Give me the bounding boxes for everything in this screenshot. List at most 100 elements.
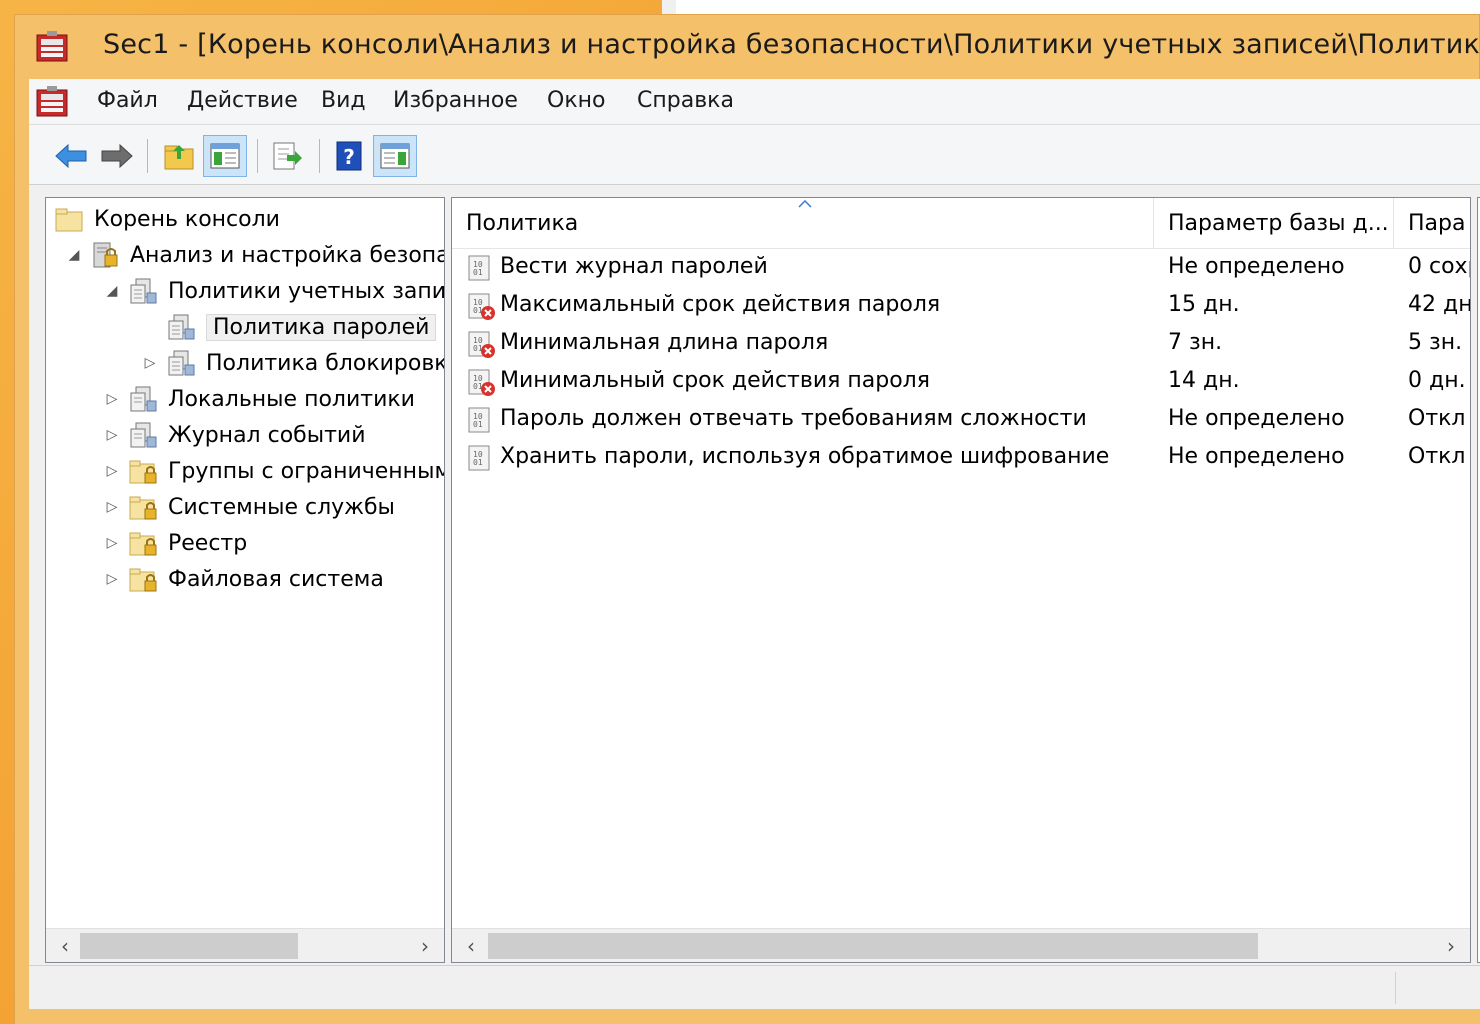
menu-favorites[interactable]: Избранное [391,88,520,113]
table-row[interactable]: 10 01 Минимальный срок действия пароля 14 д… [452,364,1470,402]
collapse-arrow-icon[interactable]: ◢ [66,247,82,263]
expand-arrow-icon[interactable]: ▷ [104,535,120,551]
tree-horizontal-scrollbar[interactable]: ‹ › [46,928,444,962]
tree-item-console-root[interactable]: Корень консоли [54,202,280,236]
expand-arrow-icon[interactable]: ▷ [104,391,120,407]
toolbar-separator [319,139,320,173]
expand-arrow-icon[interactable]: ▷ [104,463,120,479]
table-row[interactable]: 10 01 Максимальный срок действия пароля 15 … [452,288,1470,326]
policy-setting-icon: 1001 [468,255,490,281]
menu-action[interactable]: Действие [185,88,300,113]
policy-name-cell: Минимальная длина пароля [500,330,829,355]
tree-item-event-log[interactable]: ▷ Журнал событий [104,418,366,452]
expand-arrow-icon[interactable]: ▷ [142,355,158,371]
forward-icon [101,143,133,169]
expand-arrow-icon[interactable]: ▷ [104,499,120,515]
scroll-right-icon[interactable]: › [412,933,438,959]
window-bottom-border [15,1009,1480,1024]
help-button[interactable]: ? [327,135,371,177]
menu-file[interactable]: Файл [95,88,160,113]
svg-text:01: 01 [473,268,483,277]
column-header-label: Пара [1408,210,1466,236]
title-bar[interactable]: Sec1 - [Корень консоли\Анализ и настройк… [15,15,1480,79]
tree-item-label: Системные службы [168,494,395,520]
back-button[interactable] [49,135,93,177]
table-row[interactable]: 10 01 Вести журнал паролей Не определено 0 с… [452,250,1470,288]
expand-arrow-icon[interactable]: ▷ [104,427,120,443]
column-header-label: Параметр базы д... [1168,210,1389,236]
up-folder-icon [164,145,194,170]
tree-item-label: Политика блокировк [206,350,445,376]
show-hide-action-pane-icon [380,143,410,169]
svg-text:?: ? [343,145,355,169]
svg-text:01: 01 [473,458,483,467]
tree-item-file-system[interactable]: ▷ Файловая система [104,562,384,596]
tree-item-label: Журнал событий [168,422,366,448]
scroll-left-icon[interactable]: ‹ [52,933,78,959]
policy-mismatch-icon: 1001 [468,331,495,358]
table-row[interactable]: 10 01 Минимальная длина пароля 7 зн. 5 зн. [452,326,1470,364]
tree-item-label: Политики учетных запис [168,278,445,304]
computer-setting-cell: 42 дн. [1408,292,1470,317]
content-area: Корень консоли ◢ Анализ и настройка безо… [29,185,1480,965]
tree-item-account-policies[interactable]: ◢ Политики учетных запис [104,274,445,308]
scroll-right-icon[interactable]: › [1438,933,1464,959]
up-one-level-button[interactable] [157,135,201,177]
tree-item-label: Политика паролей [206,313,437,341]
column-header-label: Политика [466,210,579,236]
policy-container-icon [168,350,195,376]
status-separator [1395,972,1396,1004]
policy-name-cell: Минимальный срок действия пароля [500,368,930,393]
details-pane: Политика Параметр базы д... Пара 10 01 Вес… [451,197,1471,963]
column-header-computer-setting[interactable]: Пара [1394,198,1470,248]
menu-help[interactable]: Справка [635,88,736,113]
scrollbar-thumb[interactable] [80,933,298,959]
collapse-arrow-icon[interactable]: ◢ [104,283,120,299]
db-setting-cell: 15 дн. [1168,292,1240,317]
folder-icon [55,208,83,232]
db-setting-cell: Не определено [1168,406,1345,431]
details-horizontal-scrollbar[interactable]: ‹ › [452,928,1470,962]
computer-setting-cell: Откл [1408,406,1466,431]
toolbar: ? [29,125,1480,185]
sort-ascending-icon [798,200,812,208]
scrollbar-thumb[interactable] [488,933,1258,959]
db-setting-cell: Не определено [1168,254,1345,279]
computer-setting-cell: 5 зн. [1408,330,1463,355]
tree-item-label: Группы с ограниченным [168,458,445,484]
forward-button[interactable] [95,135,139,177]
menu-window[interactable]: Окно [545,88,607,113]
column-header-policy[interactable]: Политика [452,198,1154,248]
policy-setting-icon: 1001 [468,407,490,433]
show-hide-action-pane-button[interactable] [373,135,417,177]
db-setting-cell: Не определено [1168,444,1345,469]
table-row[interactable]: 10 01 Пароль должен отвечать требованиям с… [452,402,1470,440]
system-menu-icon[interactable] [35,86,69,118]
toolbar-separator [147,139,148,173]
policy-mismatch-icon: 1001 [468,293,495,320]
policy-container-icon [130,386,157,412]
tree-item-system-services[interactable]: ▷ Системные службы [104,490,395,524]
mmc-window: Sec1 - [Корень консоли\Анализ и настройк… [14,14,1480,1024]
tree-item-lockout-policy[interactable]: ▷ Политика блокировк [142,346,445,380]
export-list-button[interactable] [265,135,309,177]
tree-item-security-config[interactable]: ◢ Анализ и настройка безопас [66,238,444,272]
tree-item-local-policies[interactable]: ▷ Локальные политики [104,382,415,416]
window-title: Sec1 - [Корень консоли\Анализ и настройк… [103,29,1480,60]
tree-item-label: Корень консоли [94,206,280,232]
expand-arrow-icon[interactable]: ▷ [104,571,120,587]
column-header-db-setting[interactable]: Параметр базы д... [1154,198,1394,248]
locked-folder-icon [129,532,157,556]
menu-view[interactable]: Вид [319,88,368,113]
tree-item-registry[interactable]: ▷ Реестр [104,526,247,560]
scroll-left-icon[interactable]: ‹ [458,933,484,959]
tree-item-password-policy[interactable]: Политика паролей [166,310,437,344]
tree-item-restricted-groups[interactable]: ▷ Группы с ограниченным [104,454,445,488]
locked-folder-icon [129,496,157,520]
table-row[interactable]: 10 01 Хранить пароли, используя обратимое … [452,440,1470,478]
console-tree: Корень консоли ◢ Анализ и настройка безо… [45,197,445,963]
tree-item-label: Локальные политики [168,386,415,412]
back-icon [55,143,87,169]
computer-setting-cell: Откл [1408,444,1466,469]
show-hide-console-tree-button[interactable] [203,135,247,177]
